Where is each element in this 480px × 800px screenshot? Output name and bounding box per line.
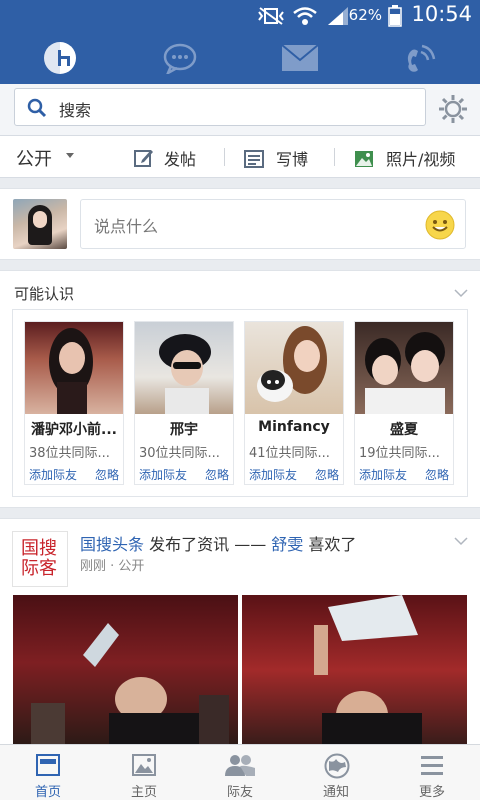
author-avatar[interactable]: 国搜 际客 bbox=[12, 531, 68, 587]
person-name: 盛夏 bbox=[390, 422, 418, 438]
photo-video-button[interactable]: 照片/视频 bbox=[354, 146, 455, 170]
feed-image[interactable] bbox=[13, 595, 238, 744]
person-photo[interactable] bbox=[355, 322, 453, 414]
search-icon bbox=[27, 98, 47, 122]
add-friend-button[interactable]: 添加际友 bbox=[249, 466, 297, 483]
blog-icon bbox=[244, 150, 264, 168]
status-composer: 说点什么 bbox=[0, 188, 480, 260]
search-row: 搜索 bbox=[0, 84, 480, 136]
phone-icon bbox=[407, 44, 436, 72]
compose-post-button[interactable]: 发帖 bbox=[134, 146, 196, 170]
add-friend-button[interactable]: 添加际友 bbox=[139, 466, 187, 483]
mutual-friends: 38位共同际... bbox=[29, 446, 110, 461]
person-name: Minfancy bbox=[258, 419, 330, 435]
feed-item: 国搜 际客 国搜头条 发布了资讯 —— 舒雯 喜欢了 刚刚 · 公开 bbox=[0, 518, 480, 744]
feed-action: 发布了资讯 —— bbox=[149, 535, 267, 554]
liker-link[interactable]: 舒雯 bbox=[271, 535, 303, 554]
friends-icon bbox=[224, 753, 256, 781]
person-name: 邢宇 bbox=[170, 422, 198, 438]
ignore-button[interactable]: 忽略 bbox=[315, 466, 339, 483]
bottom-tab-bar: 首页 主页 际友 通知 更多 bbox=[0, 744, 480, 800]
tab-home[interactable]: 首页 bbox=[0, 745, 96, 800]
person-card[interactable]: 盛夏 19位共同际... 添加际友 忽略 bbox=[354, 321, 454, 485]
chevron-down-icon[interactable] bbox=[454, 531, 468, 550]
tab-label: 首页 bbox=[34, 785, 61, 800]
add-friend-button[interactable]: 添加际友 bbox=[29, 466, 77, 483]
profile-photo-icon bbox=[132, 753, 156, 781]
feed-image[interactable] bbox=[242, 595, 467, 744]
app-logo-icon bbox=[44, 42, 76, 74]
ignore-button[interactable]: 忽略 bbox=[95, 466, 119, 483]
signal-icon bbox=[326, 6, 350, 30]
tab-call[interactable] bbox=[390, 38, 450, 78]
mail-icon bbox=[281, 44, 319, 71]
write-blog-label: 写博 bbox=[276, 150, 309, 169]
status-placeholder: 说点什么 bbox=[94, 217, 159, 236]
feed-time: 刚刚 bbox=[80, 559, 107, 574]
wifi-icon bbox=[292, 6, 318, 30]
logo-text: 国搜 际客 bbox=[21, 538, 57, 579]
person-card[interactable]: 潘驴邓小前... 38位共同际... 添加际友 忽略 bbox=[24, 321, 124, 485]
tab-notifications[interactable]: 通知 bbox=[288, 745, 384, 800]
photo-video-label: 照片/视频 bbox=[386, 150, 456, 169]
tab-chat[interactable] bbox=[150, 38, 210, 78]
search-placeholder: 搜索 bbox=[59, 101, 92, 120]
home-icon bbox=[36, 753, 60, 781]
tab-label: 际友 bbox=[226, 785, 253, 800]
people-you-may-know: 可能认识 潘驴邓小前... 38位共同际... 添加际友 忽略 邢宇 30位共同… bbox=[0, 270, 480, 508]
tab-home-logo[interactable] bbox=[30, 38, 90, 78]
chevron-down-icon[interactable] bbox=[66, 153, 74, 158]
person-name: 潘驴邓小前... bbox=[31, 422, 117, 438]
feed-meta: 刚刚 · 公开 bbox=[80, 555, 144, 574]
clock: 10:54 bbox=[411, 2, 472, 26]
vibrate-icon bbox=[256, 6, 286, 30]
top-nav bbox=[0, 32, 480, 84]
mutual-friends: 41位共同际... bbox=[249, 446, 330, 461]
tab-label: 通知 bbox=[322, 785, 349, 800]
chevron-down-icon[interactable] bbox=[454, 283, 468, 302]
app-header: 62% 10:54 bbox=[0, 0, 480, 84]
edit-icon bbox=[134, 150, 153, 167]
feed-visibility: 公开 bbox=[118, 559, 145, 574]
person-card[interactable]: 邢宇 30位共同际... 添加际友 忽略 bbox=[134, 321, 234, 485]
post-actions-bar: 公开 发帖 写博 照片/视频 bbox=[0, 136, 480, 178]
mutual-friends: 30位共同际... bbox=[139, 446, 220, 461]
section-title: 可能认识 bbox=[14, 285, 75, 303]
compose-post-label: 发帖 bbox=[164, 150, 197, 169]
tab-label: 主页 bbox=[130, 785, 157, 800]
tab-mail[interactable] bbox=[270, 38, 330, 78]
chat-bubble-icon bbox=[163, 43, 197, 74]
user-avatar[interactable] bbox=[13, 199, 67, 249]
ignore-button[interactable]: 忽略 bbox=[425, 466, 449, 483]
person-photo[interactable] bbox=[135, 322, 233, 414]
photo-icon bbox=[355, 151, 373, 167]
mutual-friends: 19位共同际... bbox=[359, 446, 440, 461]
visibility-selector[interactable]: 公开 bbox=[16, 145, 52, 171]
tab-profile[interactable]: 主页 bbox=[96, 745, 192, 800]
battery-icon bbox=[388, 5, 402, 31]
search-input[interactable]: 搜索 bbox=[14, 88, 426, 126]
feed-headline: 国搜头条 发布了资讯 —— 舒雯 喜欢了 bbox=[80, 531, 356, 555]
person-card[interactable]: Minfancy 41位共同际... 添加际友 忽略 bbox=[244, 321, 344, 485]
divider bbox=[334, 148, 335, 166]
person-photo[interactable] bbox=[25, 322, 123, 414]
feed-liked: 喜欢了 bbox=[308, 535, 357, 554]
ignore-button[interactable]: 忽略 bbox=[205, 466, 229, 483]
author-link[interactable]: 国搜头条 bbox=[80, 535, 144, 554]
status-bar: 62% 10:54 bbox=[0, 0, 480, 32]
globe-icon bbox=[324, 753, 350, 783]
settings-gear-icon[interactable] bbox=[438, 94, 468, 128]
battery-percent: 62% bbox=[348, 6, 382, 24]
tab-label: 更多 bbox=[418, 785, 445, 800]
add-friend-button[interactable]: 添加际友 bbox=[359, 466, 407, 483]
write-blog-button[interactable]: 写博 bbox=[244, 146, 308, 170]
status-input[interactable]: 说点什么 bbox=[80, 199, 466, 249]
divider bbox=[224, 148, 225, 166]
person-photo[interactable] bbox=[245, 322, 343, 414]
menu-icon bbox=[420, 753, 444, 781]
tab-more[interactable]: 更多 bbox=[384, 745, 480, 800]
tab-friends[interactable]: 际友 bbox=[192, 745, 288, 800]
emoji-smile-icon[interactable] bbox=[425, 210, 455, 244]
